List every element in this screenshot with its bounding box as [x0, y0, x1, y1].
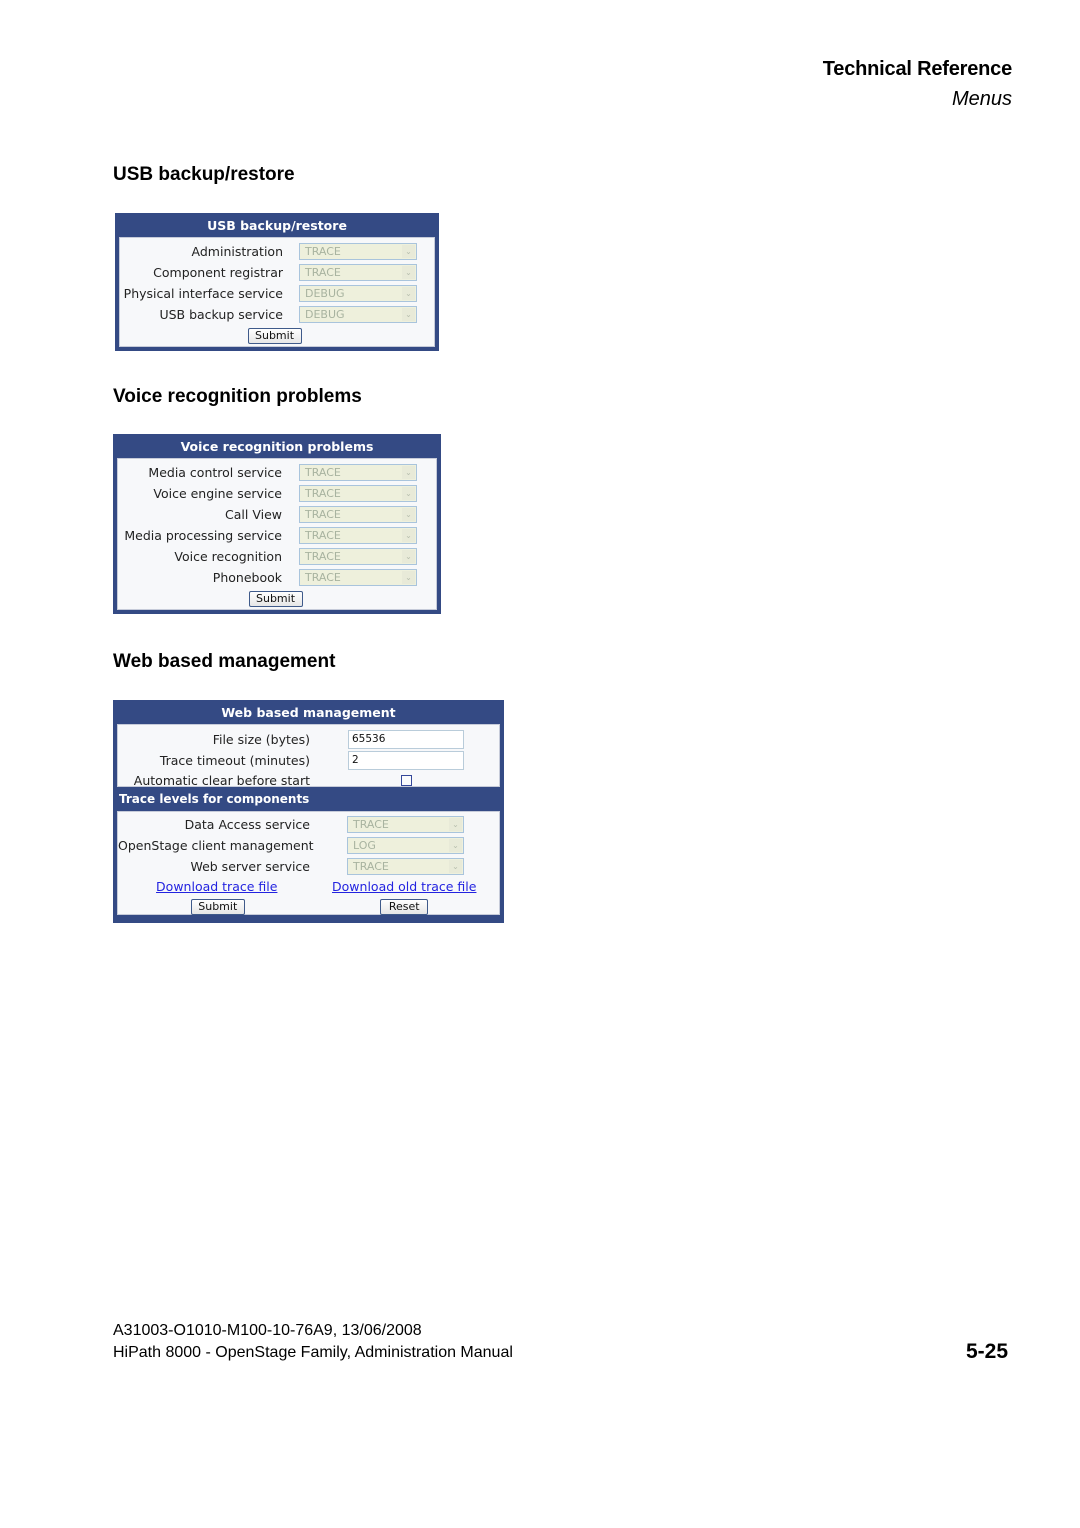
select-value: TRACE: [353, 818, 389, 831]
setting-label: Voice recognition: [174, 549, 282, 564]
trace-level-select[interactable]: TRACE ⌄: [347, 816, 464, 833]
setting-label: Voice engine service: [153, 486, 282, 501]
select-value: DEBUG: [305, 308, 345, 321]
select-value: TRACE: [305, 529, 341, 542]
select-value: DEBUG: [305, 287, 345, 300]
setting-label: Automatic clear before start: [133, 772, 310, 788]
setting-row: Administration TRACE ⌄: [120, 241, 434, 262]
setting-row: Voice engine service TRACE ⌄: [118, 483, 436, 504]
chevron-down-icon: ⌄: [402, 529, 415, 542]
manual-title: HiPath 8000 - OpenStage Family, Administ…: [113, 1344, 513, 1361]
download-trace-link[interactable]: Download trace file: [156, 879, 277, 894]
reset-button[interactable]: Reset: [380, 899, 429, 915]
trace-level-select[interactable]: LOG ⌄: [347, 837, 464, 854]
panel-title: USB backup/restore: [207, 218, 347, 233]
setting-label: Call View: [225, 507, 282, 522]
chevron-down-icon: ⌄: [402, 508, 415, 521]
setting-row: Media processing service TRACE ⌄: [118, 525, 436, 546]
panel-title: Voice recognition problems: [180, 439, 374, 454]
chevron-down-icon: ⌄: [402, 550, 415, 563]
setting-row: Component registrar TRACE ⌄: [120, 262, 434, 283]
trace-level-select[interactable]: TRACE ⌄: [299, 548, 417, 565]
setting-label: Web server service: [190, 859, 310, 874]
setting-row: Media control service TRACE ⌄: [118, 462, 436, 483]
setting-row: Call View TRACE ⌄: [118, 504, 436, 525]
file-size-input[interactable]: 65536: [348, 730, 464, 749]
setting-label: Phonebook: [212, 570, 282, 585]
setting-row: OpenStage client management LOG ⌄: [118, 835, 499, 856]
chapter-subtitle: Menus: [951, 88, 1012, 110]
setting-row: Web server service TRACE ⌄: [118, 856, 499, 877]
trace-level-select[interactable]: TRACE ⌄: [299, 506, 417, 523]
setting-row: Phonebook TRACE ⌄: [118, 567, 436, 588]
submit-button[interactable]: Submit: [190, 899, 245, 915]
setting-row: File size (bytes) 65536: [118, 729, 499, 750]
setting-row: Voice recognition TRACE ⌄: [118, 546, 436, 567]
chevron-down-icon: ⌄: [449, 839, 462, 852]
trace-level-select[interactable]: TRACE ⌄: [299, 485, 417, 502]
setting-label: Media control service: [148, 465, 282, 480]
subpanel-title: Trace levels for components: [119, 792, 310, 806]
select-value: TRACE: [305, 571, 341, 584]
download-old-trace-link[interactable]: Download old trace file: [332, 879, 476, 894]
select-value: TRACE: [305, 487, 341, 500]
select-value: TRACE: [305, 466, 341, 479]
trace-level-select[interactable]: TRACE ⌄: [299, 243, 417, 260]
setting-row: USB backup service DEBUG ⌄: [120, 304, 434, 325]
setting-label: Trace timeout (minutes): [159, 753, 310, 768]
trace-level-select[interactable]: TRACE ⌄: [299, 264, 417, 281]
web-management-panel: Web based management File size (bytes) 6…: [113, 700, 504, 923]
trace-level-select[interactable]: DEBUG ⌄: [299, 285, 417, 302]
select-value: TRACE: [305, 245, 341, 258]
chevron-down-icon: ⌄: [402, 487, 415, 500]
setting-label: Administration: [191, 244, 283, 259]
submit-button[interactable]: Submit: [247, 328, 302, 344]
section-heading-web: Web based management: [113, 651, 336, 672]
select-value: TRACE: [305, 550, 341, 563]
page-number: 5-25: [965, 1340, 1008, 1363]
chevron-down-icon: ⌄: [402, 266, 415, 279]
setting-label: Physical interface service: [123, 286, 283, 301]
chevron-down-icon: ⌄: [402, 308, 415, 321]
document-id: A31003-O1010-M100-10-76A9, 13/06/2008: [113, 1322, 422, 1339]
voice-recognition-panel: Voice recognition problems Media control…: [113, 434, 441, 614]
setting-row: Trace timeout (minutes) 2: [118, 750, 499, 771]
setting-row: Physical interface service DEBUG ⌄: [120, 283, 434, 304]
trace-level-select[interactable]: TRACE ⌄: [299, 527, 417, 544]
setting-label: OpenStage client management: [118, 838, 314, 853]
section-heading-voice: Voice recognition problems: [113, 386, 362, 407]
submit-button[interactable]: Submit: [248, 591, 303, 607]
setting-row: Data Access service TRACE ⌄: [118, 814, 499, 835]
chevron-down-icon: ⌄: [449, 860, 462, 873]
setting-label: Media processing service: [124, 528, 282, 543]
chevron-down-icon: ⌄: [402, 287, 415, 300]
select-value: TRACE: [305, 508, 341, 521]
trace-level-select[interactable]: TRACE ⌄: [347, 858, 464, 875]
usb-backup-panel: USB backup/restore Administration TRACE ⌄…: [115, 213, 439, 351]
select-value: TRACE: [353, 860, 389, 873]
setting-label: Data Access service: [184, 817, 310, 832]
select-value: LOG: [353, 839, 376, 852]
auto-clear-checkbox[interactable]: [401, 774, 412, 786]
chevron-down-icon: ⌄: [402, 571, 415, 584]
setting-label: USB backup service: [159, 307, 283, 322]
select-value: TRACE: [305, 266, 341, 279]
setting-label: File size (bytes): [212, 732, 310, 747]
trace-level-select[interactable]: DEBUG ⌄: [299, 306, 417, 323]
trace-level-select[interactable]: TRACE ⌄: [299, 464, 417, 481]
chevron-down-icon: ⌄: [402, 245, 415, 258]
chapter-title: Technical Reference: [822, 58, 1012, 80]
setting-label: Component registrar: [153, 265, 283, 280]
panel-title: Web based management: [221, 705, 396, 720]
chevron-down-icon: ⌄: [402, 466, 415, 479]
trace-timeout-input[interactable]: 2: [348, 751, 464, 770]
trace-level-select[interactable]: TRACE ⌄: [299, 569, 417, 586]
section-heading-usb: USB backup/restore: [113, 164, 295, 185]
chevron-down-icon: ⌄: [449, 818, 462, 831]
